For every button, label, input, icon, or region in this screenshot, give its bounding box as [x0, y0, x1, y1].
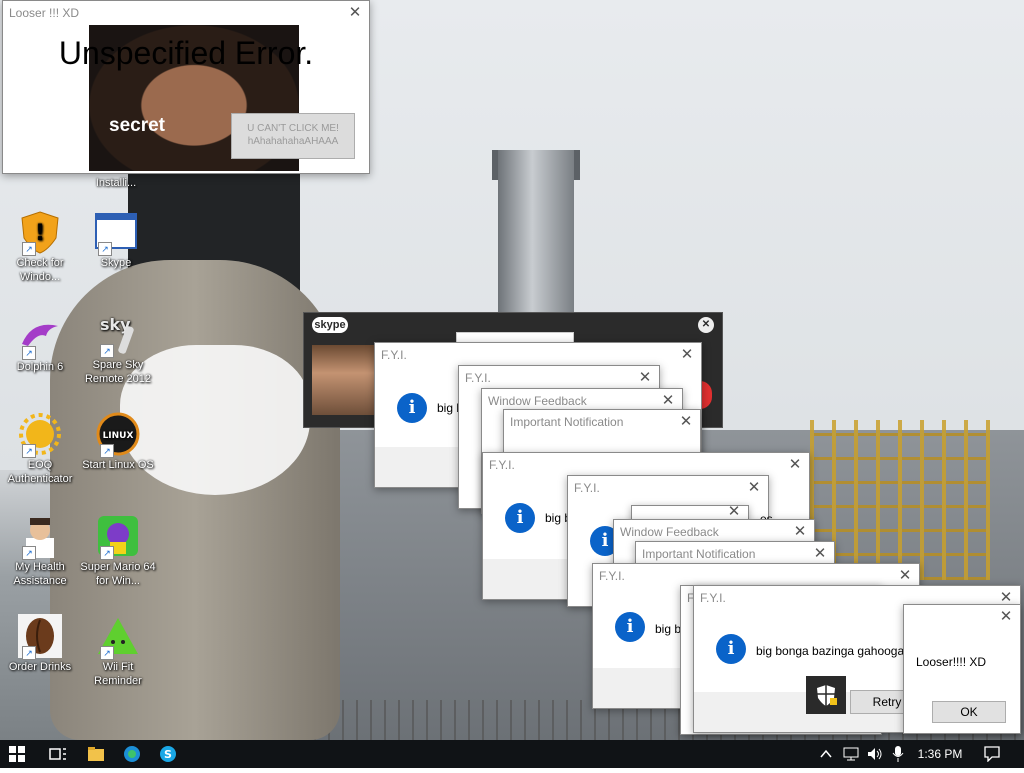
cant-click-button[interactable]: U CAN'T CLICK ME! hAhahahahaAHAAA	[231, 113, 355, 159]
svg-text:LINUX: LINUX	[103, 431, 134, 441]
desktop-icon-label: Skype	[100, 257, 132, 269]
dialog-message: big bonga bazinga gahooga	[756, 644, 905, 658]
desktop-icon-label: Dolphin 6	[16, 361, 64, 373]
dialog-title: F.Y.I.	[700, 591, 726, 605]
clock-time[interactable]: 1:36 PM	[912, 740, 968, 768]
desktop-icon-health[interactable]: ↗ My Health Assistance	[0, 514, 80, 588]
window-icon: ↗	[94, 210, 138, 256]
dialog-title: Window Feedback	[620, 525, 719, 539]
shortcut-arrow-icon: ↗	[22, 242, 36, 256]
dolphin-icon: ↗	[18, 314, 62, 360]
desktop-icon-order-drinks[interactable]: ↗ Order Drinks	[0, 614, 80, 674]
sky-remote-icon: sky ↗	[96, 312, 140, 358]
taskbar: S 1:36 PM	[0, 740, 1024, 768]
dialog-title: F.Y.I.	[489, 458, 515, 472]
ok-button[interactable]: OK	[932, 701, 1006, 723]
dialog-title: F.Y.I.	[465, 371, 491, 385]
desktop-icon-eoq[interactable]: ↗ EOQ Authenticator	[0, 412, 80, 486]
error-window-title: Looser !!! XD	[9, 6, 80, 20]
desktop-icon-label: EOQ Authenticator	[7, 459, 73, 485]
doctor-icon: ↗	[18, 514, 62, 560]
dialog-title: F.Y.I.	[574, 481, 600, 495]
network-icon[interactable]	[840, 740, 862, 768]
shortcut-arrow-icon: ↗	[22, 646, 36, 660]
info-icon: i	[615, 612, 645, 642]
file-explorer-icon[interactable]	[80, 740, 112, 768]
error-window[interactable]: Looser !!! XD ✕ Unspecified Error. secre…	[2, 0, 370, 174]
dialog-title: Important Notification	[510, 415, 624, 429]
shortcut-arrow-icon: ↗	[22, 546, 36, 560]
desktop-icon-wii-fit[interactable]: ↗ Wii Fit Reminder	[78, 614, 158, 688]
dialog-title: Window Feedback	[488, 394, 587, 408]
chevron-up-icon[interactable]	[816, 740, 836, 768]
shortcut-arrow-icon: ↗	[98, 242, 112, 256]
desktop-icon-dolphin[interactable]: ↗ Dolphin 6	[0, 314, 80, 374]
close-icon[interactable]: ✕	[746, 476, 762, 500]
dialog-title: Important Notification	[642, 547, 756, 561]
windows-start-icon[interactable]	[0, 740, 34, 768]
desktop-icon-label: Order Drinks	[8, 661, 72, 673]
triangle-icon: ↗	[96, 614, 140, 660]
task-view-icon[interactable]	[42, 740, 74, 768]
sun-icon: ↗	[18, 412, 62, 458]
shield-warning-icon: ! ↗	[18, 210, 62, 256]
edge-icon[interactable]	[116, 740, 148, 768]
shortcut-arrow-icon: ↗	[100, 646, 114, 660]
desktop-icon-label: Spare Sky Remote 2012	[84, 359, 152, 385]
desktop-icon-label: Start Linux OS	[82, 459, 154, 471]
skype-logo: skype	[312, 317, 348, 333]
looser-dialog[interactable]: ✕ Looser!!!! XD OK	[903, 604, 1021, 734]
volume-icon[interactable]	[864, 740, 886, 768]
info-icon: i	[505, 503, 535, 533]
desktop: Installi... ! ↗ Check for Windo... ↗ Sky…	[0, 0, 1024, 740]
close-icon[interactable]: ✕	[678, 410, 694, 434]
shortcut-arrow-icon: ↗	[22, 444, 36, 458]
shortcut-arrow-icon: ↗	[100, 344, 114, 358]
close-icon[interactable]: ✕	[637, 366, 653, 390]
coffee-bean-icon: ↗	[18, 614, 62, 660]
desktop-icon-spare-sky[interactable]: sky ↗ Spare Sky Remote 2012	[78, 312, 158, 386]
desktop-icon-skype[interactable]: ↗ Skype	[76, 210, 156, 270]
dialog-title: F.Y.I.	[381, 348, 407, 362]
desktop-icon-linux[interactable]: LINUX ↗ Start Linux OS	[78, 412, 158, 472]
desktop-icon-check-windows[interactable]: ! ↗ Check for Windo...	[0, 210, 80, 284]
svg-text:S: S	[164, 748, 172, 761]
desktop-icon-label: Super Mario 64 for Win...	[80, 561, 156, 587]
dialog-message: big b	[655, 622, 682, 636]
close-icon[interactable]: ✕	[998, 605, 1014, 629]
desktop-icon-label: Wii Fit Reminder	[94, 661, 142, 687]
svg-text:!: !	[35, 221, 45, 246]
close-icon[interactable]: ✕	[726, 502, 742, 520]
uac-shield-icon[interactable]	[806, 676, 846, 714]
mario-icon: ↗	[96, 514, 140, 560]
close-icon[interactable]: ✕	[679, 343, 695, 367]
looser-message: Looser!!!! XD	[916, 655, 987, 669]
desktop-icon-installer[interactable]: Installi...	[76, 176, 156, 190]
skype-icon[interactable]: S	[152, 740, 184, 768]
info-icon: i	[397, 393, 427, 423]
close-icon[interactable]: ✕	[698, 317, 714, 333]
dialog-title: F.Y.I.	[599, 569, 625, 583]
error-heading: Unspecified Error.	[58, 35, 314, 71]
shortcut-arrow-icon: ↗	[100, 546, 114, 560]
close-icon[interactable]: ✕	[787, 453, 803, 477]
caller-avatar	[312, 345, 374, 415]
notification-icon[interactable]	[980, 740, 1004, 768]
desktop-icon-mario[interactable]: ↗ Super Mario 64 for Win...	[78, 514, 158, 588]
wallpaper-scaffold	[810, 420, 990, 580]
desktop-icon-label: My Health Assistance	[13, 561, 67, 587]
shortcut-arrow-icon: ↗	[22, 346, 36, 360]
desktop-icon-label: Installi...	[95, 177, 137, 189]
secret-label: secret	[109, 115, 165, 136]
desktop-icon-label: Check for Windo...	[16, 257, 64, 283]
shortcut-arrow-icon: ↗	[100, 444, 114, 458]
info-icon: i	[716, 634, 746, 664]
linux-icon: LINUX ↗	[96, 412, 140, 458]
microphone-icon[interactable]	[888, 740, 908, 768]
